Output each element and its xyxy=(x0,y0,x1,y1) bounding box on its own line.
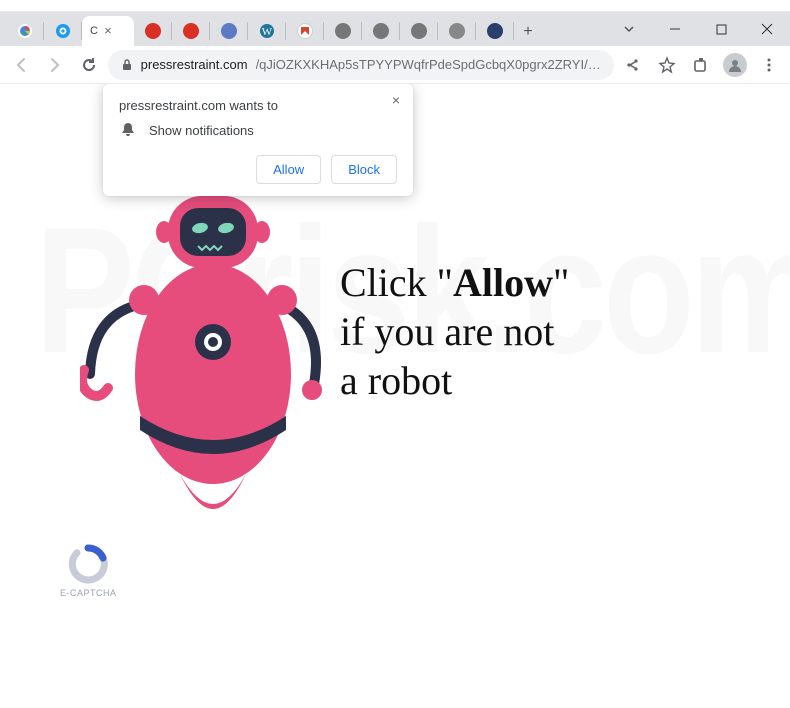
tab-5[interactable] xyxy=(172,16,210,46)
tab-active-label: C xyxy=(90,25,98,37)
prompt-close-button[interactable]: × xyxy=(387,90,405,110)
window-maximize-button[interactable] xyxy=(698,12,744,46)
scam-message: Click "Allow" if you are not a robot xyxy=(340,259,569,405)
allow-button[interactable]: Allow xyxy=(256,155,321,184)
globe-favicon-icon xyxy=(335,23,351,39)
tab-7[interactable]: W xyxy=(248,16,286,46)
svg-text:W: W xyxy=(262,26,273,38)
url-domain: pressrestraint.com xyxy=(141,57,248,72)
bookmark-button[interactable] xyxy=(652,50,682,80)
url-path: /qJiOZKXKHAp5sTPYYPWqfrPdeSpdGcbqX0pgrx2… xyxy=(256,57,602,72)
tab-11[interactable] xyxy=(400,16,438,46)
tab-8[interactable] xyxy=(286,16,324,46)
tab-6[interactable] xyxy=(210,16,248,46)
address-bar[interactable]: pressrestraint.com/qJiOZKXKHAp5sTPYYPWqf… xyxy=(108,50,614,80)
robot-illustration xyxy=(80,174,340,554)
captcha-ring-icon xyxy=(68,544,108,584)
tab-9[interactable] xyxy=(324,16,362,46)
captcha-label: E-CAPTCHA xyxy=(60,588,117,598)
prompt-origin: pressrestraint.com wants to xyxy=(119,98,397,113)
reload-button[interactable] xyxy=(74,50,104,80)
tab-music[interactable] xyxy=(44,16,82,46)
globe-favicon-icon xyxy=(411,23,427,39)
notification-permission-prompt: × pressrestraint.com wants to Show notif… xyxy=(103,84,413,196)
favicon-icon xyxy=(145,23,161,39)
msg-line2: if you are not xyxy=(340,309,554,354)
msg-prefix: Click " xyxy=(340,260,453,305)
tab-4[interactable] xyxy=(134,16,172,46)
page-content: PCrisk.com xyxy=(0,84,790,708)
window-controls xyxy=(606,12,790,46)
tab-10[interactable] xyxy=(362,16,400,46)
profile-avatar[interactable] xyxy=(720,50,750,80)
msg-line3: a robot xyxy=(340,358,452,403)
extensions-button[interactable] xyxy=(686,50,716,80)
wordpress-favicon-icon: W xyxy=(259,23,275,39)
tab-12[interactable] xyxy=(438,16,476,46)
tab-close-icon[interactable]: × xyxy=(102,25,114,37)
tab-google[interactable] xyxy=(6,16,44,46)
favicon-icon xyxy=(487,23,503,39)
prompt-capability: Show notifications xyxy=(149,123,254,138)
music-favicon-icon xyxy=(55,23,71,39)
tab-13[interactable] xyxy=(476,16,514,46)
globe-favicon-icon xyxy=(373,23,389,39)
fake-captcha-badge: E-CAPTCHA xyxy=(60,544,117,598)
browser-toolbar: pressrestraint.com/qJiOZKXKHAp5sTPYYPWqf… xyxy=(0,46,790,84)
chevron-down-icon[interactable] xyxy=(606,12,652,46)
bell-icon xyxy=(119,121,137,139)
window-close-button[interactable] xyxy=(744,12,790,46)
back-button[interactable] xyxy=(6,50,36,80)
favicon-icon xyxy=(449,23,465,39)
msg-suffix: " xyxy=(553,260,569,305)
lock-icon xyxy=(120,58,133,72)
msg-emphasis: Allow xyxy=(453,260,553,305)
menu-button[interactable] xyxy=(754,50,784,80)
block-button[interactable]: Block xyxy=(331,155,397,184)
browser-tab-strip: C × W + xyxy=(0,12,790,46)
share-button[interactable] xyxy=(618,50,648,80)
window-titlebar xyxy=(0,0,790,12)
new-tab-button[interactable]: + xyxy=(514,18,542,46)
favicon-icon xyxy=(183,23,199,39)
favicon-icon xyxy=(221,23,237,39)
avatar-icon xyxy=(723,53,747,77)
tab-active[interactable]: C × xyxy=(82,16,134,46)
forward-button[interactable] xyxy=(40,50,70,80)
google-favicon-icon xyxy=(17,23,33,39)
window-minimize-button[interactable] xyxy=(652,12,698,46)
mail-favicon-icon xyxy=(297,23,313,39)
